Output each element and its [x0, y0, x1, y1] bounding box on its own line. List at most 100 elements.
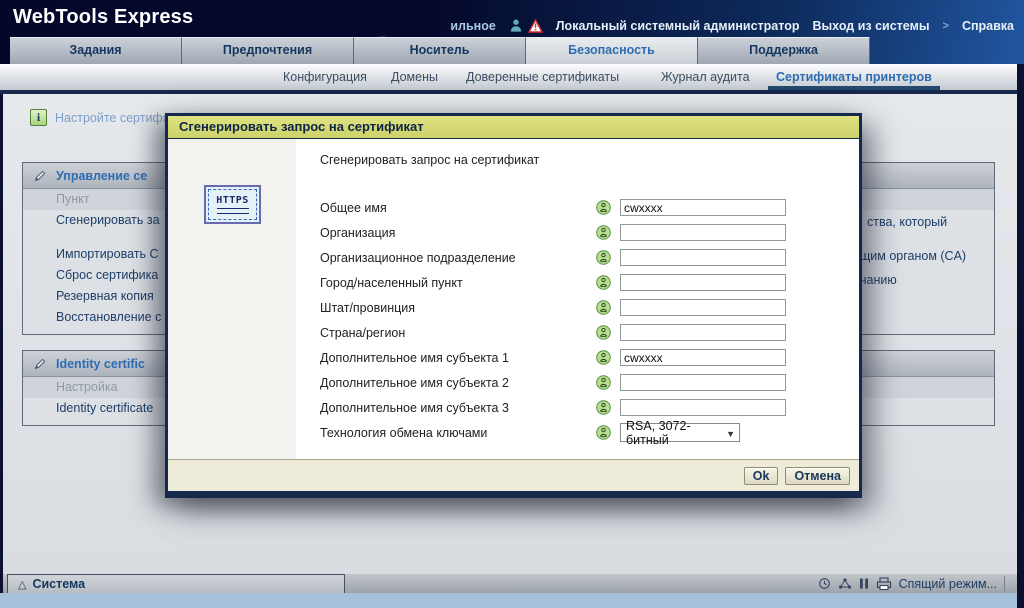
dialog-title: Сгенерировать запрос на сертификат [168, 116, 859, 139]
header-truncated-link[interactable]: ильное [450, 19, 495, 33]
field-input[interactable] [620, 199, 786, 216]
main-tab[interactable]: Задания [10, 37, 182, 64]
dialog-sidebar: HTTPS [168, 139, 296, 459]
ok-button[interactable]: Ok [744, 467, 779, 485]
network-icon [838, 577, 852, 590]
form-field-row: Организация [320, 220, 786, 245]
logout-link[interactable]: Выход из системы [812, 19, 929, 33]
field-input[interactable] [620, 299, 786, 316]
pencil-icon [33, 169, 47, 183]
pencil-icon [33, 357, 47, 371]
field-label: Страна/регион [320, 326, 596, 340]
system-warning-triangle-icon [18, 577, 26, 591]
header-links: ильное Локальный системный администратор… [450, 18, 1014, 33]
select-value: RSA, 3072-битный [626, 419, 726, 447]
form-fields: Общее имя Организация Организационное по… [320, 195, 786, 445]
field-keyboard-icon [596, 400, 611, 415]
form-field-row: Дополнительное имя субъекта 2 [320, 370, 786, 395]
help-chevron-icon: > [943, 20, 949, 32]
field-input[interactable] [620, 374, 786, 391]
field-label: Дополнительное имя субъекта 2 [320, 376, 596, 390]
truncated-text-fragment: ства, который [867, 215, 947, 229]
page-info-text: Настройте сертифи [55, 111, 170, 125]
info-icon: i [30, 109, 47, 126]
form-field-row: Город/населенный пункт [320, 270, 786, 295]
printer-icon [876, 577, 892, 591]
warning-icon [528, 19, 543, 33]
status-bar-right: Спящий режим... [818, 574, 1005, 593]
user-icon [509, 18, 523, 33]
field-label: Штат/провинция [320, 301, 596, 315]
field-keyboard-icon [596, 250, 611, 265]
form-field-row: Общее имя [320, 195, 786, 220]
pause-icon [859, 577, 869, 590]
form-field-row: Технология обмена ключами RSA, 3072-битн… [320, 420, 786, 445]
field-label: Организация [320, 226, 596, 240]
https-stamp-lines [217, 208, 249, 214]
bottom-blue-strip [0, 593, 1017, 608]
field-input[interactable] [620, 349, 786, 366]
dropdown-arrow-icon [726, 426, 735, 440]
field-label: Город/населенный пункт [320, 276, 596, 290]
field-keyboard-icon [596, 300, 611, 315]
field-keyboard-icon [596, 200, 611, 215]
main-tab[interactable]: Поддержка [698, 37, 870, 64]
system-status-tab[interactable]: Система [7, 574, 345, 593]
generate-certificate-request-dialog: Сгенерировать запрос на сертификат HTTPS… [165, 113, 862, 498]
field-keyboard-icon [596, 425, 611, 440]
form-field-row: Страна/регион [320, 320, 786, 345]
dialog-heading: Сгенерировать запрос на сертификат [320, 153, 539, 167]
cancel-button[interactable]: Отмена [785, 467, 850, 485]
sub-tab[interactable]: Конфигурация [283, 70, 367, 84]
sub-tab[interactable]: Домены [391, 70, 438, 84]
app-title: WebTools Express [13, 6, 193, 29]
field-keyboard-icon [596, 350, 611, 365]
https-stamp-label: HTTPS [216, 195, 249, 206]
form-field-row: Организационное подразделение [320, 245, 786, 270]
key-exchange-select[interactable]: RSA, 3072-битный [620, 423, 740, 442]
https-certificate-stamp-icon: HTTPS [204, 185, 261, 224]
panel-title: Управление се [56, 169, 147, 183]
field-label: Общее имя [320, 201, 596, 215]
dialog-footer: Ok Отмена [168, 459, 859, 491]
form-field-row: Дополнительное имя субъекта 3 [320, 395, 786, 420]
sub-tab[interactable]: Журнал аудита [661, 70, 750, 84]
main-tab[interactable]: Предпочтения [182, 37, 354, 64]
dialog-body: HTTPS Сгенерировать запрос на сертификат… [168, 139, 859, 459]
form-field-row: Дополнительное имя субъекта 1 [320, 345, 786, 370]
dialog-form-area: Сгенерировать запрос на сертификат Общее… [296, 139, 859, 459]
sub-tab[interactable]: Сертификаты принтеров [776, 70, 932, 84]
main-tab[interactable]: Безопасность [526, 37, 698, 64]
field-keyboard-icon [596, 325, 611, 340]
status-bar: Система Спящий режим... [3, 574, 1017, 593]
field-label: Дополнительное имя субъекта 3 [320, 401, 596, 415]
field-input[interactable] [620, 274, 786, 291]
field-label: Организационное подразделение [320, 251, 596, 265]
sub-tab[interactable]: Доверенные сертификаты [466, 70, 619, 84]
field-input[interactable] [620, 224, 786, 241]
sleep-mode-status: Спящий режим... [899, 577, 997, 591]
field-label: Технология обмена ключами [320, 426, 596, 440]
main-tab[interactable]: Носитель [354, 37, 526, 64]
panel-title: Identity certific [56, 357, 145, 371]
webtools-express-app: WebTools Express ильное Локальный систем… [0, 0, 1024, 608]
truncated-text-fragment: чанию [860, 273, 897, 287]
status-timer-icon [818, 577, 831, 590]
system-tab-label: Система [32, 577, 85, 591]
help-link[interactable]: Справка [962, 19, 1014, 33]
header-status-icons [509, 18, 543, 33]
https-stamp-inner: HTTPS [208, 189, 257, 220]
field-input[interactable] [620, 249, 786, 266]
admin-user-label: Локальный системный администратор [556, 19, 800, 33]
field-label: Дополнительное имя субъекта 1 [320, 351, 596, 365]
main-tab-bar: ЗаданияПредпочтенияНосительБезопасностьП… [10, 37, 870, 64]
field-input[interactable] [620, 324, 786, 341]
form-field-row: Штат/провинция [320, 295, 786, 320]
field-keyboard-icon [596, 375, 611, 390]
status-bar-divider [1004, 576, 1005, 591]
field-keyboard-icon [596, 225, 611, 240]
truncated-text-fragment: щим органом (CA) [860, 249, 966, 263]
field-keyboard-icon [596, 275, 611, 290]
field-input[interactable] [620, 399, 786, 416]
sub-tab-bar: Конфигурация Домены Доверенные сертификаты… [0, 64, 1017, 90]
